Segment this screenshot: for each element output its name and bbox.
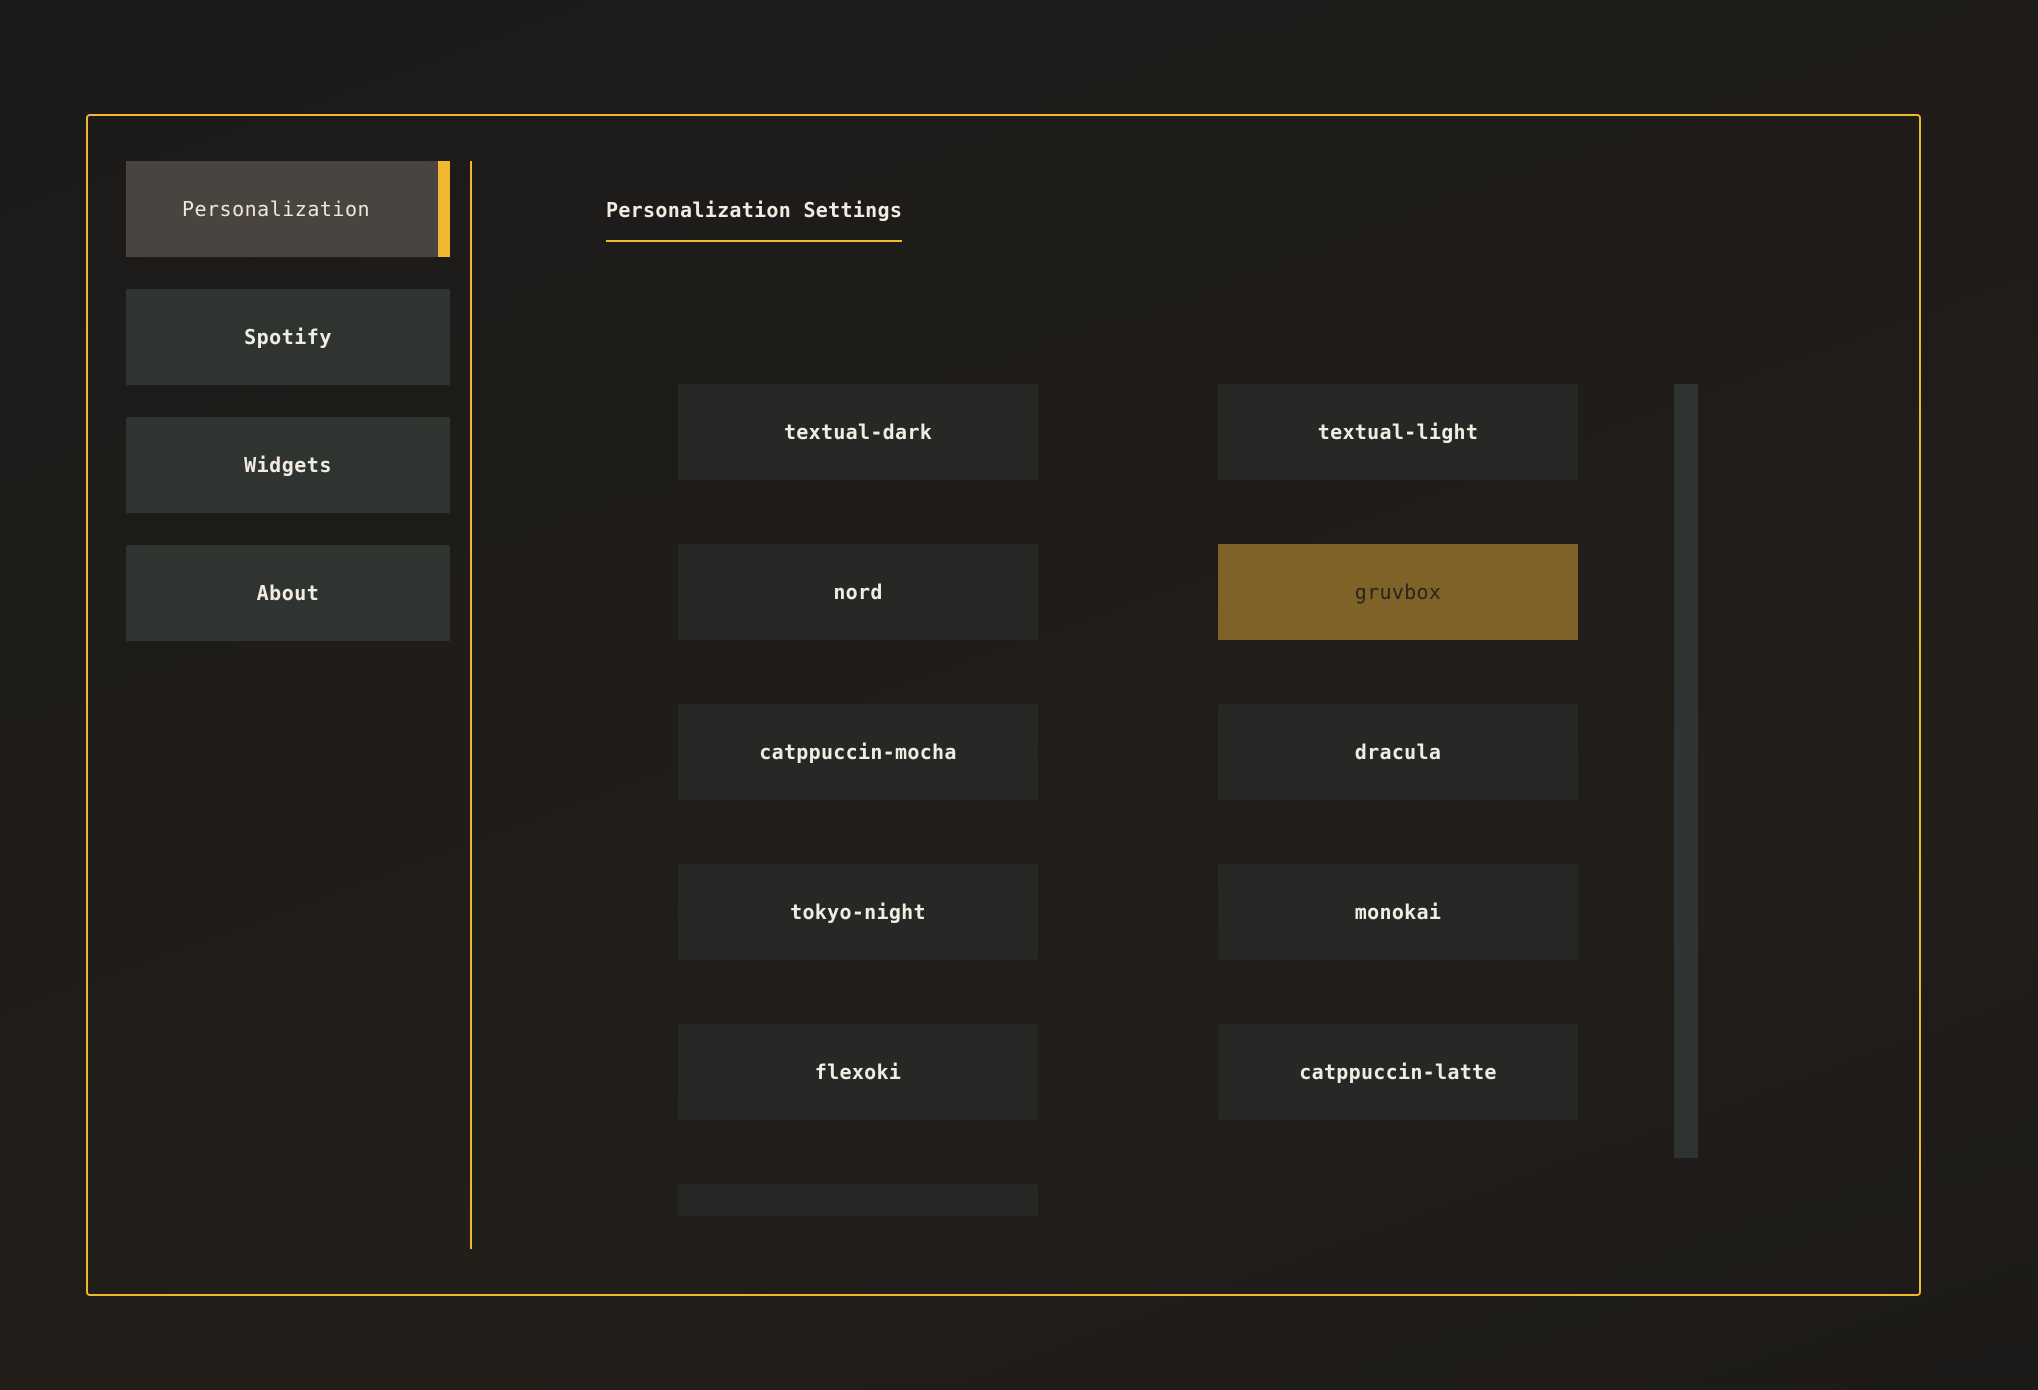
theme-button-label: textual-dark: [783, 420, 933, 444]
theme-button-textual-dark[interactable]: textual-dark: [678, 384, 1038, 480]
theme-button-label: tokyo-night: [790, 900, 926, 924]
theme-button-label: catppuccin-latte: [1299, 1060, 1497, 1084]
theme-button-label: flexoki: [814, 1060, 902, 1084]
theme-button-partial[interactable]: [678, 1184, 1038, 1216]
sidebar-item-spotify[interactable]: Spotify: [126, 289, 450, 385]
theme-button-monokai[interactable]: monokai: [1218, 864, 1578, 960]
theme-button-label: nord: [833, 580, 883, 604]
sidebar-item-personalization[interactable]: Personalization: [126, 161, 450, 257]
theme-button-label: dracula: [1354, 740, 1442, 764]
theme-button-catppuccin-mocha[interactable]: catppuccin-mocha: [678, 704, 1038, 800]
sidebar-divider: [470, 161, 472, 1249]
active-indicator: [438, 161, 450, 257]
theme-button-nord[interactable]: nord: [678, 544, 1038, 640]
sidebar: Personalization Spotify Widgets About: [126, 161, 450, 673]
theme-list-scrollbar[interactable]: [1674, 384, 1698, 1174]
theme-button-label: gruvbox: [1354, 580, 1442, 604]
theme-button-dracula[interactable]: dracula: [1218, 704, 1578, 800]
theme-list: textual-dark textual-light nord gruvbox …: [678, 384, 1578, 1216]
sidebar-item-label: Personalization: [181, 197, 371, 221]
sidebar-item-label: About: [256, 581, 320, 605]
theme-button-tokyo-night[interactable]: tokyo-night: [678, 864, 1038, 960]
sidebar-item-widgets[interactable]: Widgets: [126, 417, 450, 513]
theme-button-catppuccin-latte[interactable]: catppuccin-latte: [1218, 1024, 1578, 1120]
sidebar-item-about[interactable]: About: [126, 545, 450, 641]
theme-button-textual-light[interactable]: textual-light: [1218, 384, 1578, 480]
theme-button-flexoki[interactable]: flexoki: [678, 1024, 1038, 1120]
scrollbar-thumb[interactable]: [1674, 384, 1698, 1158]
theme-button-label: monokai: [1354, 900, 1442, 924]
settings-window: Personalization Spotify Widgets About Pe…: [86, 114, 1921, 1296]
theme-button-label: textual-light: [1317, 420, 1479, 444]
sidebar-item-label: Spotify: [244, 325, 332, 349]
theme-button-gruvbox[interactable]: gruvbox: [1218, 544, 1578, 640]
page-title: Personalization Settings: [606, 198, 903, 242]
theme-button-label: catppuccin-mocha: [759, 740, 957, 764]
sidebar-item-label: Widgets: [244, 453, 332, 477]
